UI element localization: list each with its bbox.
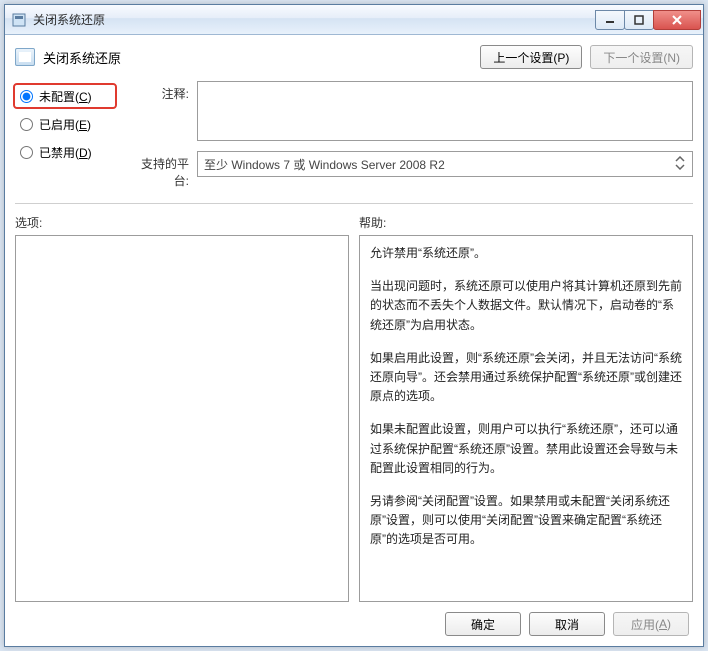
- fields: 注释: 支持的平台: 至少 Windows 7 或 Windows Server…: [129, 81, 693, 189]
- window-title: 关闭系统还原: [33, 11, 596, 28]
- radio-not-configured[interactable]: 未配置(C): [15, 85, 115, 107]
- options-label: 选项:: [15, 212, 349, 235]
- radio-disabled-label: 已禁用(D): [39, 144, 92, 161]
- dialog-window: 关闭系统还原 关闭系统还原 上一个设置(P) 下一个设置(N): [4, 4, 704, 647]
- options-pane[interactable]: [15, 235, 349, 602]
- policy-icon: [15, 48, 35, 66]
- separator: [15, 203, 693, 204]
- page-title: 关闭系统还原: [43, 48, 480, 67]
- supported-on-box: 至少 Windows 7 或 Windows Server 2008 R2: [197, 151, 693, 177]
- previous-setting-button[interactable]: 上一个设置(P): [480, 45, 582, 69]
- help-paragraph: 如果启用此设置，则“系统还原”会关闭，并且无法访问“系统还原向导”。还会禁用通过…: [370, 349, 682, 407]
- header-row: 关闭系统还原 上一个设置(P) 下一个设置(N): [15, 45, 693, 69]
- minimize-button[interactable]: [595, 10, 625, 30]
- help-pane[interactable]: 允许禁用“系统还原”。 当出现问题时，系统还原可以使用户将其计算机还原到先前的状…: [359, 235, 693, 602]
- maximize-icon: [634, 15, 644, 25]
- help-label: 帮助:: [359, 212, 693, 235]
- panes: 允许禁用“系统还原”。 当出现问题时，系统还原可以使用户将其计算机还原到先前的状…: [15, 235, 693, 602]
- maximize-button[interactable]: [624, 10, 654, 30]
- supported-on-text: 至少 Windows 7 或 Windows Server 2008 R2: [204, 156, 445, 173]
- pane-labels: 选项: 帮助:: [15, 212, 693, 235]
- radio-enabled[interactable]: 已启用(E): [15, 113, 115, 135]
- platform-row: 支持的平台: 至少 Windows 7 或 Windows Server 200…: [129, 151, 693, 189]
- radio-disabled[interactable]: 已禁用(D): [15, 141, 115, 163]
- next-setting-button: 下一个设置(N): [590, 45, 693, 69]
- radio-not-configured-input[interactable]: [20, 90, 33, 103]
- close-button[interactable]: [653, 10, 701, 30]
- chevron-updown-icon[interactable]: [672, 155, 688, 171]
- nav-buttons: 上一个设置(P) 下一个设置(N): [480, 45, 693, 69]
- footer-buttons: 确定 取消 应用(A): [15, 602, 693, 638]
- radio-not-configured-label: 未配置(C): [39, 88, 92, 105]
- radio-enabled-input[interactable]: [20, 118, 33, 131]
- client-area: 关闭系统还原 上一个设置(P) 下一个设置(N) 未配置(C) 已启用(E) 已…: [5, 35, 703, 646]
- comment-row: 注释:: [129, 81, 693, 141]
- help-paragraph: 如果未配置此设置，则用户可以执行“系统还原”，还可以通过系统保护配置“系统还原”…: [370, 420, 682, 478]
- comment-label: 注释:: [129, 81, 189, 102]
- platform-label: 支持的平台:: [129, 151, 189, 189]
- minimize-icon: [605, 15, 615, 25]
- titlebar[interactable]: 关闭系统还原: [5, 5, 703, 35]
- ok-button[interactable]: 确定: [445, 612, 521, 636]
- app-icon: [11, 12, 27, 28]
- radio-disabled-input[interactable]: [20, 146, 33, 159]
- help-paragraph: 另请参阅“关闭配置”设置。如果禁用或未配置“关闭系统还原”设置，则可以使用“关闭…: [370, 492, 682, 550]
- help-paragraph: 允许禁用“系统还原”。: [370, 244, 682, 263]
- cancel-button[interactable]: 取消: [529, 612, 605, 636]
- radio-enabled-label: 已启用(E): [39, 116, 91, 133]
- window-controls: [596, 10, 701, 30]
- state-radio-group: 未配置(C) 已启用(E) 已禁用(D): [15, 81, 115, 189]
- config-area: 未配置(C) 已启用(E) 已禁用(D) 注释: 支持的平台:: [15, 81, 693, 189]
- close-icon: [671, 15, 683, 25]
- comment-textarea[interactable]: [197, 81, 693, 141]
- apply-button: 应用(A): [613, 612, 689, 636]
- help-paragraph: 当出现问题时，系统还原可以使用户将其计算机还原到先前的状态而不丢失个人数据文件。…: [370, 277, 682, 335]
